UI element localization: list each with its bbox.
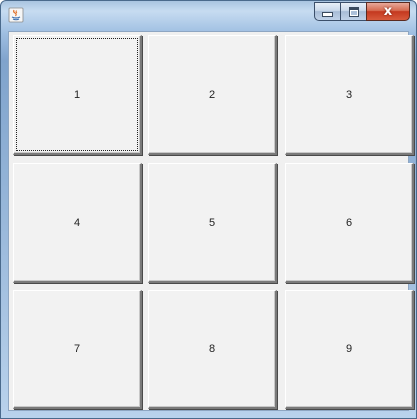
grid-button-8[interactable]: 8	[148, 290, 277, 409]
grid-button-9[interactable]: 9	[285, 290, 414, 409]
java-coffee-icon	[8, 7, 24, 23]
caption-buttons: x	[314, 2, 410, 22]
grid-button-3[interactable]: 3	[285, 35, 414, 155]
grid-button-label: 7	[73, 343, 81, 355]
content-pane: 1 2 3 4 5 6 7 8 9	[8, 31, 414, 411]
grid-button-label: 6	[345, 216, 353, 229]
grid-button-label: 1	[73, 88, 81, 101]
grid-button-label: 2	[208, 88, 216, 101]
close-icon: x	[383, 4, 393, 19]
application-window: x 1 2 3 4 5 6 7 8 9	[0, 0, 417, 419]
grid-button-2[interactable]: 2	[148, 35, 277, 155]
grid-button-7[interactable]: 7	[13, 290, 142, 409]
title-bar[interactable]: x	[1, 1, 416, 31]
minimize-icon	[322, 12, 333, 17]
grid-button-4[interactable]: 4	[13, 163, 142, 283]
grid-button-5[interactable]: 5	[148, 163, 277, 283]
grid-button-6[interactable]: 6	[285, 163, 414, 283]
grid-button-label: 9	[345, 343, 353, 355]
grid-button-label: 8	[208, 343, 216, 355]
maximize-button[interactable]	[340, 2, 366, 21]
minimize-button[interactable]	[314, 2, 340, 21]
grid-button-1[interactable]: 1	[13, 35, 142, 155]
close-button[interactable]: x	[366, 2, 410, 21]
grid-button-label: 5	[208, 216, 216, 229]
grid-button-label: 3	[345, 88, 353, 101]
grid-button-label: 4	[73, 216, 81, 229]
maximize-icon	[348, 6, 359, 17]
